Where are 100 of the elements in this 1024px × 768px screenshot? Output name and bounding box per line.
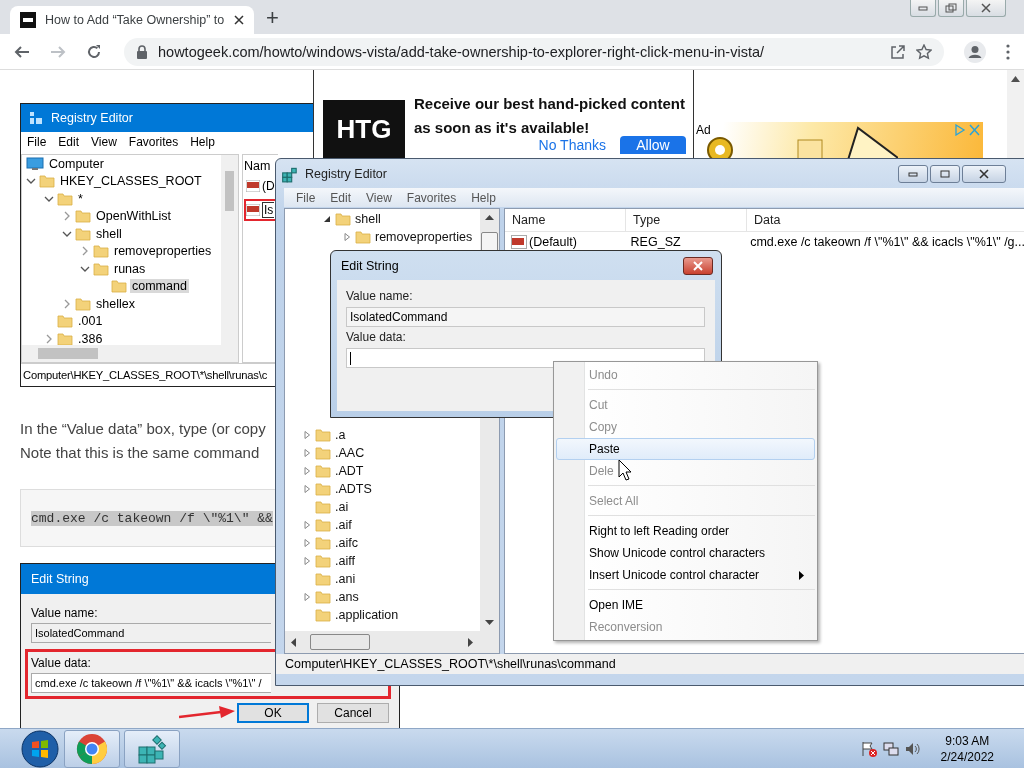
mouse-pointer-icon bbox=[618, 459, 632, 481]
column-header: Nam bbox=[244, 159, 272, 173]
close-button[interactable] bbox=[962, 165, 1006, 183]
tree-item[interactable]: .AAC bbox=[335, 446, 365, 460]
maximize-button[interactable] bbox=[930, 165, 960, 183]
menu-item[interactable]: Favorites bbox=[406, 190, 457, 205]
scroll-up-icon[interactable] bbox=[1011, 76, 1020, 82]
reload-icon[interactable] bbox=[86, 43, 102, 60]
input-field[interactable]: cmd.exe /c takeown /f \"%1\" && icacls \"%1\" / bbox=[31, 673, 271, 693]
tree-item[interactable]: shell bbox=[94, 226, 124, 241]
tree-item[interactable]: removeproperties bbox=[375, 230, 473, 244]
tree-item[interactable]: OpenWithList bbox=[94, 209, 174, 224]
menu-item[interactable]: Insert Unicode control character bbox=[556, 564, 815, 586]
tree-item[interactable]: .ani bbox=[335, 572, 356, 586]
menu-item[interactable]: Help bbox=[190, 135, 215, 149]
tree-item[interactable]: shell bbox=[355, 212, 381, 226]
expand-arrow-icon[interactable] bbox=[303, 557, 311, 565]
scroll-down-icon[interactable] bbox=[485, 620, 494, 625]
expand-arrow-icon[interactable] bbox=[303, 449, 311, 457]
expand-arrow-icon[interactable] bbox=[303, 431, 311, 439]
folder-icon bbox=[335, 212, 351, 226]
new-tab-button[interactable]: + bbox=[258, 4, 287, 34]
star-icon[interactable] bbox=[916, 43, 932, 60]
menu-item[interactable]: Favorites bbox=[128, 135, 179, 149]
tree-item[interactable]: removeproperties bbox=[112, 244, 214, 259]
tree-item[interactable]: .ai bbox=[335, 500, 349, 514]
menu-item[interactable]: View bbox=[91, 135, 117, 149]
tree-item[interactable]: .aif bbox=[335, 518, 352, 532]
menu-item[interactable]: Help bbox=[471, 190, 496, 205]
expand-arrow-icon[interactable] bbox=[303, 593, 311, 601]
code-text: cmd.exe /c takeown /f \"%1\" && bbox=[31, 510, 273, 526]
expand-arrow-icon[interactable] bbox=[303, 539, 311, 547]
tree-item[interactable]: HKEY_CLASSES_ROOT bbox=[58, 174, 204, 189]
network-icon[interactable] bbox=[882, 740, 899, 757]
taskbar-app-button[interactable] bbox=[64, 729, 120, 768]
paragraph: In the “Value data” box, type (or copy Note that this is the same command bbox=[20, 419, 266, 463]
scroll-right-icon[interactable] bbox=[468, 637, 473, 647]
expand-arrow-icon[interactable] bbox=[303, 521, 311, 529]
tree-item[interactable]: .aifc bbox=[335, 536, 358, 550]
tree-item[interactable]: runas bbox=[112, 261, 148, 276]
menu-item[interactable]: Paste bbox=[556, 438, 815, 460]
dialog-title: Edit String bbox=[341, 258, 399, 273]
start-button[interactable] bbox=[20, 728, 60, 768]
tree-item[interactable]: .a bbox=[335, 428, 346, 442]
taskbar-app-button[interactable] bbox=[124, 729, 180, 768]
expand-arrow-icon[interactable] bbox=[343, 233, 351, 241]
scroll-up-icon[interactable] bbox=[485, 215, 494, 220]
tree-item[interactable]: command bbox=[130, 279, 189, 294]
window-title: Registry Editor bbox=[305, 166, 387, 181]
menu-icon[interactable] bbox=[1006, 43, 1010, 60]
tree-item[interactable]: .ADT bbox=[335, 464, 364, 478]
expand-arrow-icon[interactable] bbox=[303, 467, 311, 475]
address-bar[interactable]: howtogeek.com/howto/windows-vista/add-take-ownership-to-explorer-right-click-menu-in-vista/ bbox=[124, 37, 944, 66]
menu-item[interactable]: File bbox=[296, 190, 316, 205]
close-button[interactable] bbox=[966, 0, 1006, 17]
tree-item[interactable]: Computer bbox=[47, 156, 106, 171]
folder-icon bbox=[93, 261, 109, 276]
flag-alert-icon[interactable] bbox=[860, 740, 877, 757]
dialog-button[interactable]: Cancel bbox=[317, 703, 389, 723]
folder-icon bbox=[75, 296, 91, 311]
minimize-button[interactable] bbox=[898, 165, 928, 183]
input-field[interactable]: IsolatedCommand bbox=[346, 307, 705, 327]
minimize-button[interactable] bbox=[910, 0, 936, 17]
close-icon bbox=[980, 3, 992, 13]
menu-item[interactable]: Open IME bbox=[556, 594, 815, 616]
scroll-thumb[interactable] bbox=[225, 171, 234, 211]
menu-item[interactable]: Edit bbox=[330, 190, 352, 205]
column-header[interactable]: Data bbox=[747, 209, 1024, 231]
restore-button[interactable] bbox=[938, 0, 964, 17]
menu-item[interactable]: File bbox=[27, 135, 47, 149]
dialog-button[interactable]: OK bbox=[237, 703, 309, 723]
tree-item[interactable]: .ADTS bbox=[335, 482, 372, 496]
dismiss-button[interactable]: No Thanks bbox=[534, 136, 610, 154]
allow-button[interactable]: Allow bbox=[620, 136, 686, 154]
menu-item[interactable]: Right to left Reading order bbox=[556, 520, 815, 542]
back-icon[interactable] bbox=[14, 43, 30, 60]
close-icon[interactable] bbox=[234, 15, 244, 25]
input-field[interactable]: IsolatedCommand bbox=[31, 623, 271, 643]
collapse-arrow-icon[interactable] bbox=[323, 215, 331, 223]
menu-item[interactable]: Edit bbox=[58, 135, 80, 149]
tree-item[interactable]: .386 bbox=[76, 331, 105, 345]
tree-item[interactable]: .application bbox=[335, 608, 399, 622]
scroll-left-icon[interactable] bbox=[291, 637, 296, 647]
column-header[interactable]: Name bbox=[505, 209, 626, 231]
column-header[interactable]: Type bbox=[626, 209, 747, 231]
expand-arrow-icon[interactable] bbox=[303, 485, 311, 493]
scroll-thumb[interactable] bbox=[38, 348, 98, 359]
tree-item[interactable]: shellex bbox=[94, 296, 137, 311]
close-button[interactable] bbox=[683, 256, 713, 275]
share-icon[interactable] bbox=[890, 43, 906, 60]
tree-item[interactable]: .001 bbox=[76, 314, 105, 329]
status-bar: Computer\HKEY_CLASSES_ROOT\*\shell\runas\command bbox=[276, 654, 1024, 674]
clock-date: 2/24/2022 bbox=[940, 748, 994, 765]
menu-item[interactable]: Show Unicode control characters bbox=[556, 542, 815, 564]
browser-tab[interactable]: How to Add “Take Ownership” to bbox=[10, 6, 254, 34]
profile-icon[interactable] bbox=[964, 40, 986, 63]
table-cell-text: cmd.exe /c takeown /f \"%1\" && icacls \"%1\" /g... bbox=[749, 235, 1024, 249]
menu-item[interactable]: View bbox=[366, 190, 392, 205]
scroll-thumb[interactable] bbox=[310, 634, 370, 650]
tree-item[interactable]: * bbox=[76, 191, 85, 206]
